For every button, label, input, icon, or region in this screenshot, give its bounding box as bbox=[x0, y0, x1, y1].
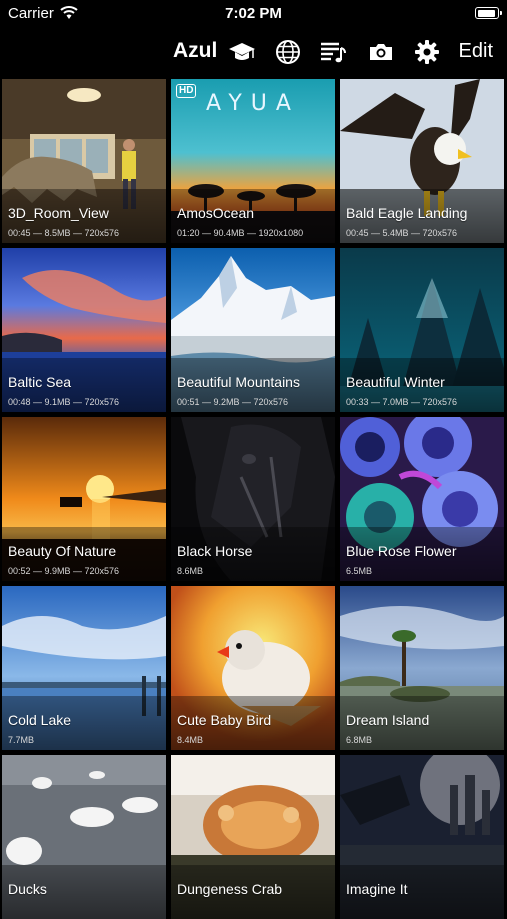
video-meta: 6.8MB bbox=[346, 735, 373, 745]
globe-icon[interactable] bbox=[274, 38, 302, 66]
video-title: Cute Baby Bird bbox=[177, 712, 272, 728]
video-meta: 00:33 — 7.0MB — 720x576 bbox=[346, 397, 458, 407]
video-title: Cold Lake bbox=[8, 712, 72, 728]
video-title: Ducks bbox=[8, 881, 47, 897]
edit-button[interactable]: Edit bbox=[459, 40, 493, 63]
video-tile[interactable]: Beautiful Winter 00:33 — 7.0MB — 720x576 bbox=[340, 248, 504, 412]
video-meta: 00:45 — 5.4MB — 720x576 bbox=[346, 228, 458, 238]
video-tile[interactable]: Cute Baby Bird 8.4MB bbox=[171, 586, 335, 750]
video-tile[interactable]: Ducks bbox=[2, 755, 166, 919]
video-meta: 7.7MB bbox=[8, 735, 35, 745]
video-meta: 00:45 — 8.5MB — 720x576 bbox=[8, 228, 120, 238]
video-title: Baltic Sea bbox=[8, 374, 72, 390]
video-tile[interactable]: Baltic Sea 00:48 — 9.1MB — 720x576 bbox=[2, 248, 166, 412]
thumbnail-banner-text: AYUA bbox=[206, 91, 300, 116]
video-tile[interactable]: Imagine It bbox=[340, 755, 504, 919]
video-tile[interactable]: Blue Rose Flower 6.5MB bbox=[340, 417, 504, 581]
video-tile[interactable]: HD AYUA AmosOcean 01:20 — 90.4MB — 1920x… bbox=[171, 79, 335, 243]
video-tile[interactable]: 3D_Room_View 00:45 — 8.5MB — 720x576 bbox=[2, 79, 166, 243]
video-meta: 00:52 — 9.9MB — 720x576 bbox=[8, 566, 120, 576]
video-meta: 6.5MB bbox=[346, 566, 373, 576]
video-tile[interactable]: Black Horse 8.6MB bbox=[171, 417, 335, 581]
video-title: Dungeness Crab bbox=[177, 881, 283, 897]
video-meta: 8.4MB bbox=[177, 735, 204, 745]
gear-icon[interactable] bbox=[413, 38, 441, 66]
battery-icon bbox=[475, 7, 502, 19]
video-tile[interactable]: Dungeness Crab bbox=[171, 755, 335, 919]
video-meta: 00:48 — 9.1MB — 720x576 bbox=[8, 397, 120, 407]
video-tile[interactable]: Dream Island 6.8MB bbox=[340, 586, 504, 750]
video-title: Imagine It bbox=[346, 881, 408, 897]
video-title: 3D_Room_View bbox=[8, 205, 109, 221]
video-title: Blue Rose Flower bbox=[346, 543, 457, 559]
video-title: Black Horse bbox=[177, 543, 253, 559]
app-title: Azul bbox=[173, 39, 218, 62]
video-title: Beautiful Mountains bbox=[177, 374, 300, 390]
video-tile[interactable]: Bald Eagle Landing 00:45 — 5.4MB — 720x5… bbox=[340, 79, 504, 243]
video-tile[interactable]: Beauty Of Nature 00:52 — 9.9MB — 720x576 bbox=[2, 417, 166, 581]
playlist-icon[interactable] bbox=[319, 38, 347, 66]
graduation-cap-icon[interactable] bbox=[228, 38, 256, 66]
camera-icon[interactable] bbox=[367, 38, 395, 66]
video-title: AmosOcean bbox=[177, 205, 255, 221]
video-tile[interactable]: Cold Lake 7.7MB bbox=[2, 586, 166, 750]
clock: 7:02 PM bbox=[225, 5, 282, 22]
video-meta: 00:51 — 9.2MB — 720x576 bbox=[177, 397, 289, 407]
video-meta: 8.6MB bbox=[177, 566, 204, 576]
video-grid: 3D_Room_View 00:45 — 8.5MB — 720x576 HD … bbox=[2, 79, 505, 919]
toolbar: Azul Edit bbox=[0, 28, 507, 76]
video-title: Beauty Of Nature bbox=[8, 543, 117, 559]
video-title: Beautiful Winter bbox=[346, 374, 445, 390]
video-title: Bald Eagle Landing bbox=[346, 205, 468, 221]
video-meta: 01:20 — 90.4MB — 1920x1080 bbox=[177, 228, 304, 238]
video-title: Dream Island bbox=[346, 712, 430, 728]
video-tile[interactable]: Beautiful Mountains 00:51 — 9.2MB — 720x… bbox=[171, 248, 335, 412]
status-bar: Carrier 7:02 PM bbox=[0, 0, 507, 28]
